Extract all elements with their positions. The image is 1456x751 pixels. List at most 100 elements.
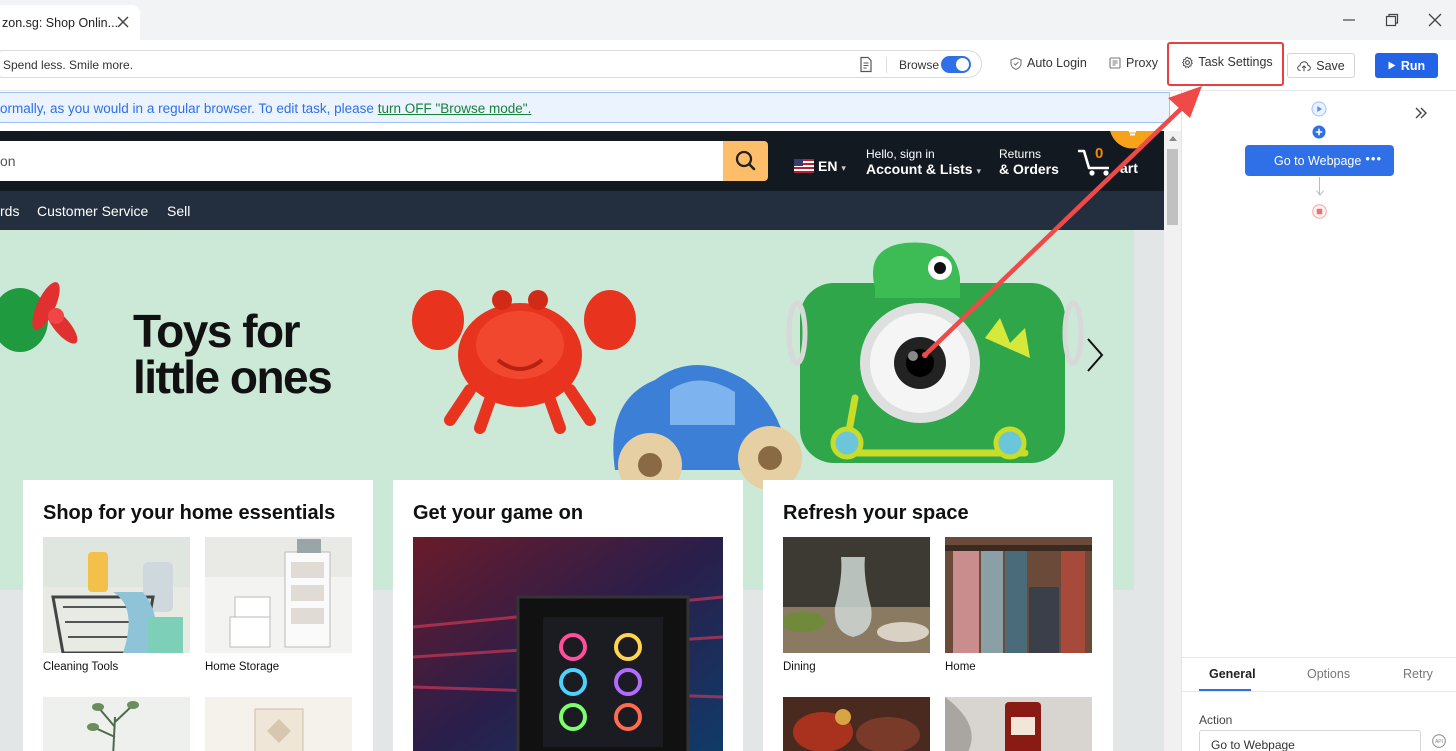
subnav-item[interactable]: rds	[0, 203, 19, 219]
address-bar[interactable]: Spend less. Smile more. Browse	[0, 50, 982, 78]
hero-title-line1: Toys for	[133, 305, 301, 357]
cloud-upload-icon	[1297, 60, 1312, 71]
search-icon	[735, 150, 756, 171]
webpage-scrollbar[interactable]	[1164, 131, 1181, 751]
run-label: Run	[1400, 58, 1426, 73]
workflow-panel: Go to Webpage ••• General Options Retry …	[1181, 91, 1456, 751]
shield-icon	[1010, 56, 1022, 70]
save-label: Save	[1316, 58, 1345, 73]
save-button[interactable]: Save	[1287, 53, 1355, 78]
tile-home-storage[interactable]: Home Storage	[205, 537, 352, 673]
cleaning-tools-image	[43, 537, 190, 655]
add-step-icon[interactable]	[1312, 125, 1326, 139]
card-title: Shop for your home essentials	[43, 502, 336, 524]
amazon-search-input[interactable]: on	[0, 141, 723, 181]
address-text[interactable]: Spend less. Smile more.	[3, 58, 133, 72]
cart-label[interactable]: art	[1120, 160, 1138, 176]
page-info-icon[interactable]	[858, 56, 874, 73]
tab-options[interactable]: Options	[1307, 667, 1350, 681]
wall-decor-image	[205, 697, 352, 751]
tab-divider	[1182, 691, 1456, 692]
auto-login-button[interactable]: Auto Login	[1010, 56, 1087, 70]
tab-general[interactable]: General	[1209, 667, 1256, 681]
tab-retry[interactable]: Retry	[1403, 667, 1433, 681]
flow-node-go-to-webpage[interactable]: Go to Webpage •••	[1245, 145, 1394, 176]
home-textiles-image	[945, 537, 1092, 653]
tile-label: Home	[945, 661, 976, 673]
subnav-sell[interactable]: Sell	[167, 203, 190, 219]
dino-camera-image	[786, 242, 1084, 463]
action-label: Action	[1199, 713, 1233, 727]
toy-plane-image	[0, 282, 78, 352]
divider	[886, 57, 887, 73]
tile-cleaning-tools[interactable]: Cleaning Tools	[43, 537, 190, 673]
account-greeting: Hello, sign in	[866, 147, 935, 161]
card-title: Refresh your space	[783, 502, 969, 524]
api-icon[interactable]: API	[1432, 734, 1446, 748]
amazon-header: on EN ▾ Hello, sign in Account & Lists ▾…	[0, 131, 1164, 191]
run-button[interactable]: Run	[1375, 53, 1438, 78]
search-button[interactable]	[723, 141, 768, 181]
toolbar: Spend less. Smile more. Browse Auto Logi…	[0, 40, 1456, 91]
account-lists-label: Account & Lists	[866, 161, 973, 177]
browse-mode-label: Browse	[899, 58, 940, 72]
tab-close-icon[interactable]	[115, 14, 131, 30]
minimize-icon[interactable]	[1341, 12, 1357, 28]
returns-label: Returns	[999, 147, 1042, 161]
account-lists-link[interactable]: Account & Lists ▾	[866, 161, 981, 177]
caret-down-icon: ▾	[841, 163, 846, 173]
tile-home[interactable]: Home	[945, 537, 1092, 673]
browser-tab[interactable]: zon.sg: Shop Onlin...	[0, 5, 140, 40]
gaming-pc-image	[413, 537, 723, 751]
more-options-icon[interactable]: •••	[1365, 152, 1382, 165]
gear-icon	[1182, 56, 1194, 68]
properties-panel: General Options Retry Action Go to Webpa…	[1182, 657, 1456, 751]
card-game-on[interactable]: Get your game on	[393, 480, 743, 751]
task-settings-label: Task Settings	[1198, 55, 1273, 69]
browse-mode-toggle[interactable]	[941, 56, 971, 73]
tile-label: Cleaning Tools	[43, 661, 119, 673]
notice-message: ormally, as you would in a regular brows…	[0, 101, 378, 116]
carousel-next-icon[interactable]	[1082, 335, 1108, 375]
subnav-customer-service[interactable]: Customer Service	[37, 203, 148, 219]
tile-dining[interactable]: Dining	[781, 537, 930, 673]
tab-title: zon.sg: Shop Onlin...	[2, 16, 119, 30]
restore-icon[interactable]	[1384, 12, 1400, 28]
proxy-button[interactable]: Proxy	[1109, 56, 1158, 70]
task-settings-button[interactable]: Task Settings	[1172, 46, 1282, 78]
orders-link[interactable]: & Orders	[999, 161, 1059, 177]
flow-start-icon[interactable]	[1311, 101, 1327, 117]
amazon-subnav: rds Customer Service Sell	[0, 191, 1164, 230]
collapse-panel-icon[interactable]	[1414, 106, 1428, 120]
home-storage-image	[205, 537, 352, 653]
connector-arrow-icon	[1316, 190, 1324, 196]
language-selector[interactable]: EN ▾	[818, 158, 846, 174]
bottle-image	[945, 697, 1092, 751]
card-home-essentials[interactable]: Shop for your home essentials Cleaning T…	[23, 480, 373, 751]
proxy-label: Proxy	[1126, 56, 1158, 70]
turn-off-browse-mode-link[interactable]: turn OFF "Browse mode".	[378, 101, 532, 116]
scroll-up-arrow[interactable]	[1169, 136, 1177, 141]
browse-mode-notice: ormally, as you would in a regular brows…	[0, 92, 1170, 123]
dining-image	[781, 537, 930, 653]
proxy-icon	[1109, 57, 1121, 69]
play-icon	[1388, 61, 1396, 70]
close-window-icon[interactable]	[1427, 12, 1443, 28]
caret-down-icon: ▾	[976, 166, 981, 176]
title-bar: zon.sg: Shop Onlin...	[0, 0, 1456, 40]
scroll-thumb[interactable]	[1167, 149, 1178, 225]
tile-label: Dining	[783, 661, 816, 673]
webpage-viewport[interactable]: on EN ▾ Hello, sign in Account & Lists ▾…	[0, 131, 1164, 751]
flow-end-icon[interactable]	[1312, 204, 1327, 219]
language-label: EN	[818, 158, 838, 174]
notice-text: ormally, as you would in a regular brows…	[0, 101, 531, 116]
flow-node-label: Go to Webpage	[1274, 153, 1362, 168]
plant-image	[43, 697, 190, 751]
svg-text:API: API	[1435, 739, 1443, 745]
hero-title-line2: little ones	[133, 351, 333, 403]
us-flag-icon[interactable]	[794, 159, 814, 173]
action-field[interactable]: Go to Webpage	[1199, 730, 1421, 751]
lightbulb-icon[interactable]	[1109, 131, 1156, 149]
card-refresh-space[interactable]: Refresh your space Dining Home	[763, 480, 1113, 751]
search-text: on	[0, 153, 16, 169]
